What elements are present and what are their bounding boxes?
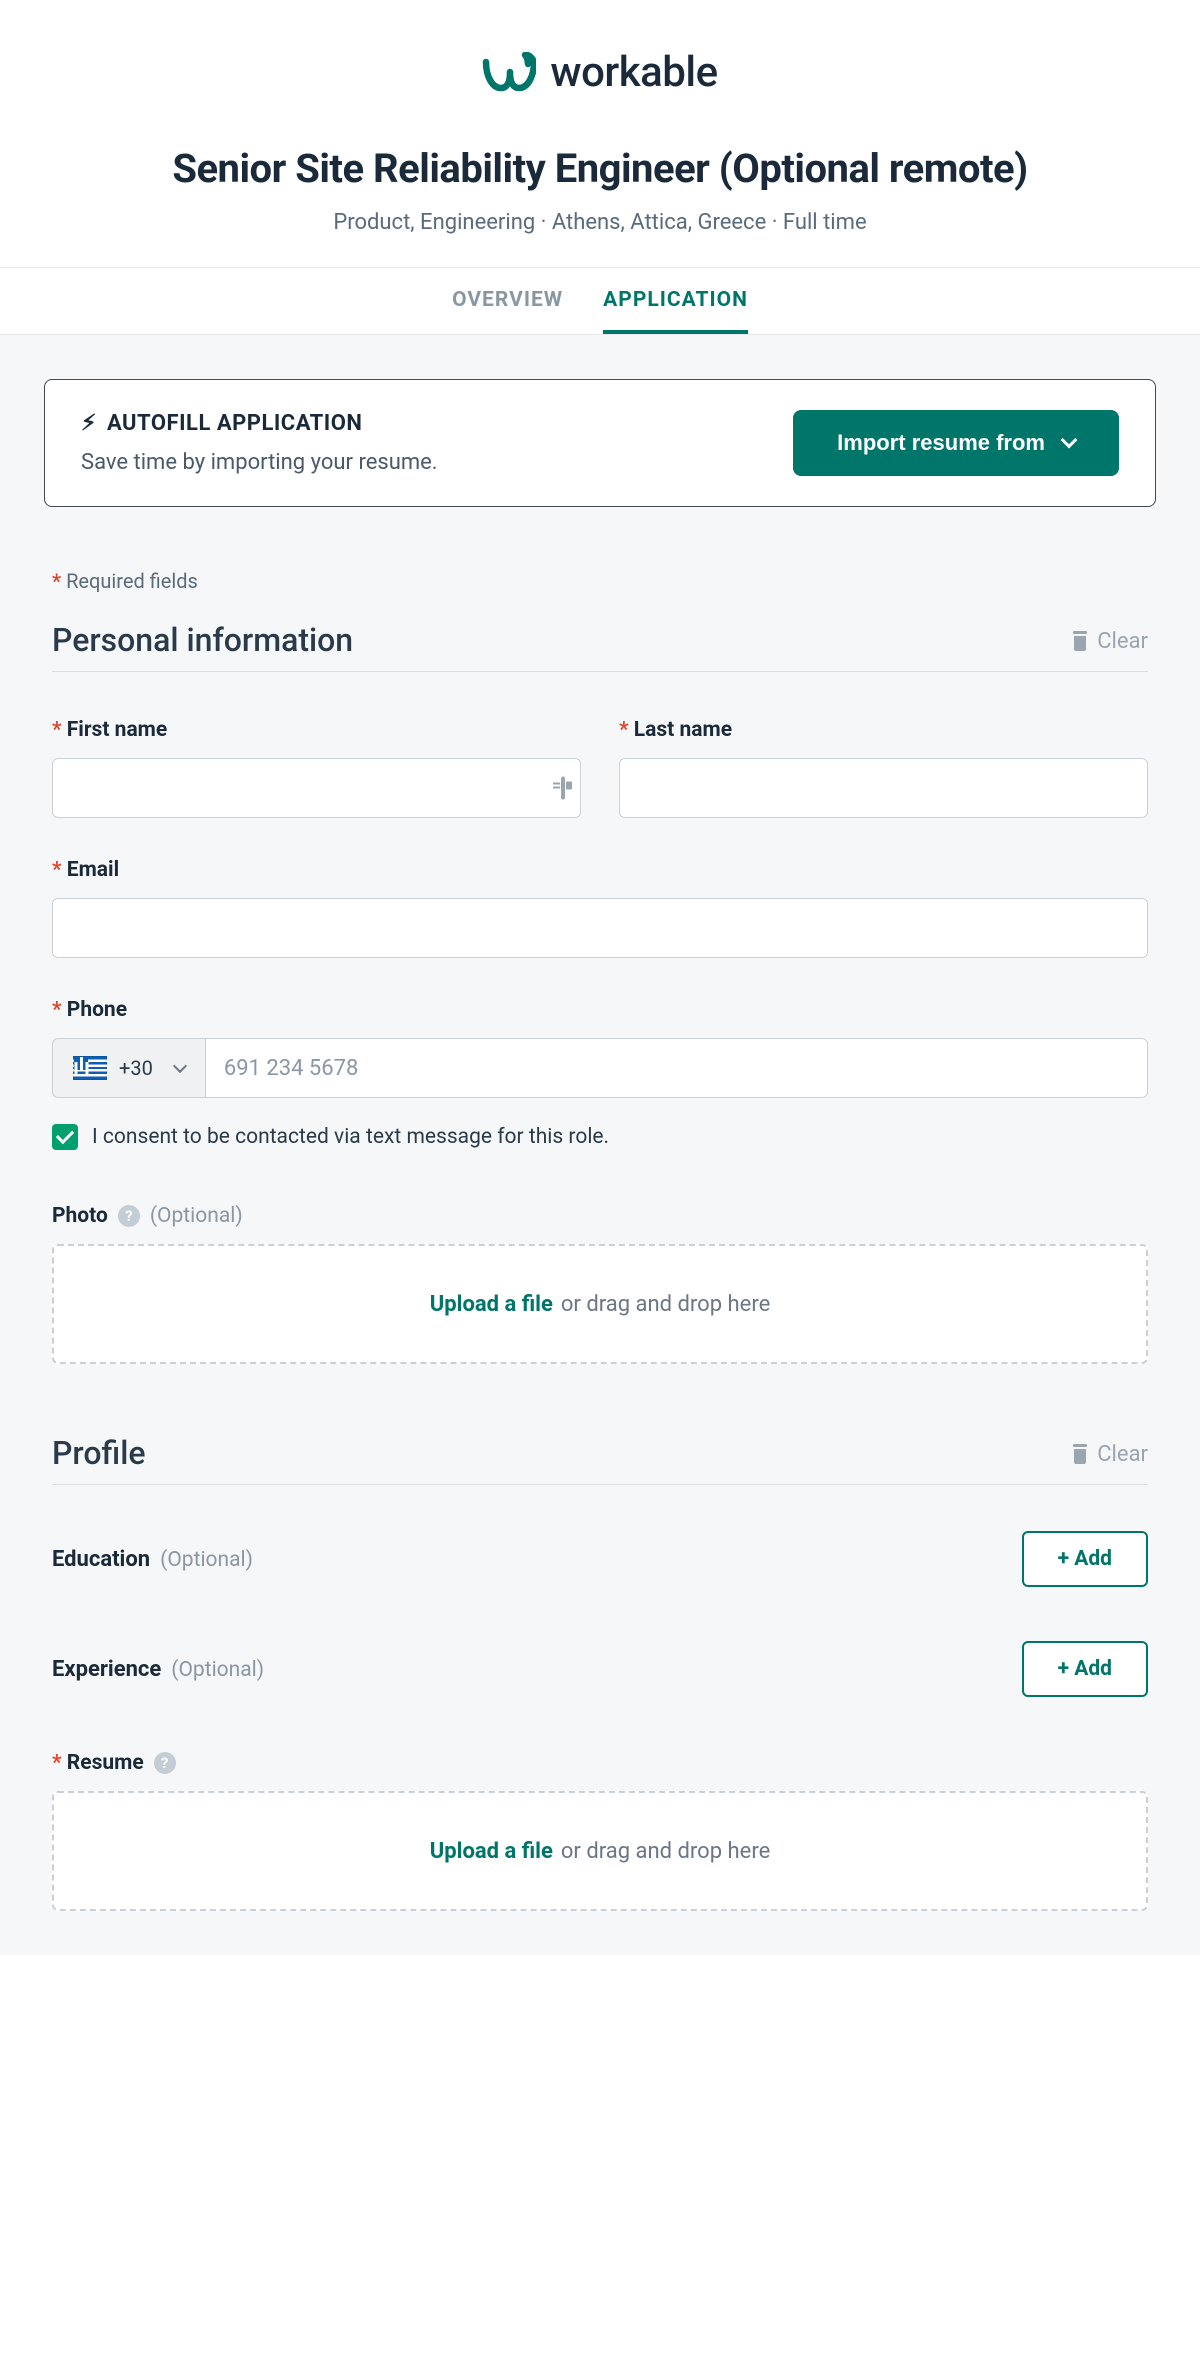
autofill-panel: ⚡︎ AUTOFILL APPLICATION Save time by imp… — [44, 379, 1156, 507]
tab-overview[interactable]: OVERVIEW — [452, 268, 563, 334]
help-icon[interactable]: ? — [154, 1752, 176, 1774]
section-profile: Profile Clear Education (Optional) + Add… — [52, 1434, 1148, 1911]
phone-country-selector[interactable]: +30 — [52, 1038, 205, 1098]
field-phone: * Phone +30 — [52, 998, 1148, 1098]
phone-input[interactable] — [205, 1038, 1148, 1098]
add-experience-button[interactable]: + Add — [1022, 1641, 1148, 1697]
add-education-button[interactable]: + Add — [1022, 1531, 1148, 1587]
brand-name: workable — [550, 48, 717, 97]
email-input[interactable] — [52, 898, 1148, 958]
workable-logo-icon — [482, 52, 536, 94]
tab-bar: OVERVIEW APPLICATION — [0, 267, 1200, 335]
trash-icon — [1071, 631, 1089, 651]
field-email: * Email — [52, 858, 1148, 958]
help-icon[interactable]: ? — [118, 1205, 140, 1227]
job-title: Senior Site Reliability Engineer (Option… — [24, 145, 1176, 192]
photo-upload-dropzone[interactable]: Upload a file or drag and drop here — [52, 1244, 1148, 1364]
dial-code: +30 — [119, 1056, 153, 1080]
import-resume-button[interactable]: Import resume from — [793, 410, 1119, 476]
tab-application[interactable]: APPLICATION — [603, 268, 748, 334]
section-title-profile: Profile — [52, 1434, 146, 1472]
page-header: workable Senior Site Reliability Enginee… — [0, 0, 1200, 267]
field-first-name: * First name — [52, 718, 581, 818]
sms-consent-checkbox[interactable]: I consent to be contacted via text messa… — [52, 1124, 1148, 1150]
clear-personal-button[interactable]: Clear — [1071, 629, 1148, 654]
required-fields-note: * Required fields — [52, 569, 1148, 593]
chevron-down-icon — [173, 1059, 187, 1073]
field-resume: * Resume ? Upload a file or drag and dro… — [52, 1751, 1148, 1911]
last-name-input[interactable] — [619, 758, 1148, 818]
brand-logo: workable — [24, 48, 1176, 97]
field-photo: Photo ? (Optional) Upload a file or drag… — [52, 1204, 1148, 1364]
application-form: ⚡︎ AUTOFILL APPLICATION Save time by imp… — [0, 335, 1200, 1955]
autofill-subtext: Save time by importing your resume. — [81, 450, 769, 475]
section-title-personal: Personal information — [52, 621, 353, 659]
field-last-name: * Last name — [619, 718, 1148, 818]
section-personal-info: Personal information Clear * First name … — [52, 621, 1148, 1364]
checkmark-icon — [52, 1124, 78, 1150]
first-name-input[interactable] — [52, 758, 581, 818]
field-education: Education (Optional) + Add — [52, 1531, 1148, 1587]
bolt-icon: ⚡︎ — [81, 413, 97, 435]
autofill-heading: ⚡︎ AUTOFILL APPLICATION — [81, 411, 769, 436]
flag-greece-icon — [73, 1056, 107, 1080]
resume-upload-dropzone[interactable]: Upload a file or drag and drop here — [52, 1791, 1148, 1911]
trash-icon — [1071, 1444, 1089, 1464]
chevron-down-icon — [1061, 432, 1078, 449]
field-experience: Experience (Optional) + Add — [52, 1641, 1148, 1697]
clear-profile-button[interactable]: Clear — [1071, 1442, 1148, 1467]
contact-card-icon — [561, 779, 565, 798]
job-meta: Product, Engineering · Athens, Attica, G… — [24, 210, 1176, 235]
